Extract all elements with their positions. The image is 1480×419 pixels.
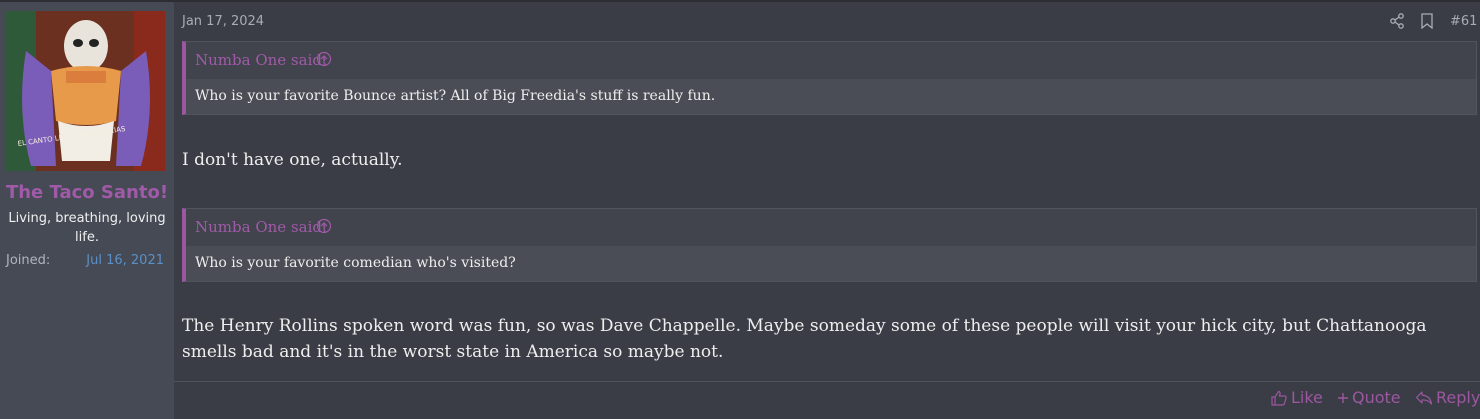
quote-block: Numba One said: Who is your favorite Bou… [182,41,1477,115]
bookmark-icon[interactable] [1420,13,1434,29]
reply-button[interactable]: Reply [1415,388,1480,407]
quote-content: Who is your favorite Bounce artist? All … [186,79,1476,114]
plus-icon [1338,392,1348,403]
quote-content: Who is your favorite comedian who's visi… [186,246,1476,281]
quote-header: Numba One said: [186,42,1476,78]
post-number-link[interactable]: #61 [1450,14,1477,29]
like-label: Like [1291,388,1323,407]
quote-author[interactable]: Numba One said: [195,51,327,69]
footer-divider [174,381,1480,382]
reply-label: Reply [1436,388,1480,407]
quote-button[interactable]: Quote [1337,388,1401,407]
quote-text: Who is your favorite Bounce artist? All … [195,88,716,104]
user-info-column: EL CANTO LE DA MAS GRACIAS The Taco Sant… [0,2,174,419]
joined-date: Jul 16, 2021 [86,253,164,268]
arrow-up-circle-icon[interactable] [316,218,332,234]
quote-author[interactable]: Numba One said: [195,218,327,236]
avatar-image: EL CANTO LE DA MAS GRACIAS [6,11,165,171]
quote-label: Quote [1352,388,1401,407]
quote-text: Who is your favorite comedian who's visi… [195,255,516,271]
like-button[interactable]: Like [1270,388,1323,407]
quote-block: Numba One said: Who is your favorite com… [182,208,1477,282]
quote-header: Numba One said: [186,209,1476,245]
username-link[interactable]: The Taco Santo! [0,182,174,203]
reply-text: The Henry Rollins spoken word was fun, s… [182,316,1427,362]
reply-icon [1415,390,1433,405]
thumbs-up-icon [1271,390,1287,406]
arrow-up-circle-icon[interactable] [316,51,332,67]
joined-label: Joined: [6,253,51,268]
reply-text: I don't have one, actually. [182,150,403,170]
avatar[interactable]: EL CANTO LE DA MAS GRACIAS [6,11,165,171]
share-icon[interactable] [1389,13,1405,29]
message-post: EL CANTO LE DA MAS GRACIAS The Taco Sant… [0,0,1480,419]
user-title: Living, breathing, loving life. [8,211,166,245]
post-date[interactable]: Jan 17, 2024 [182,14,264,29]
message-main: Jan 17, 2024 #61 Numba One said: Who is … [174,2,1480,419]
